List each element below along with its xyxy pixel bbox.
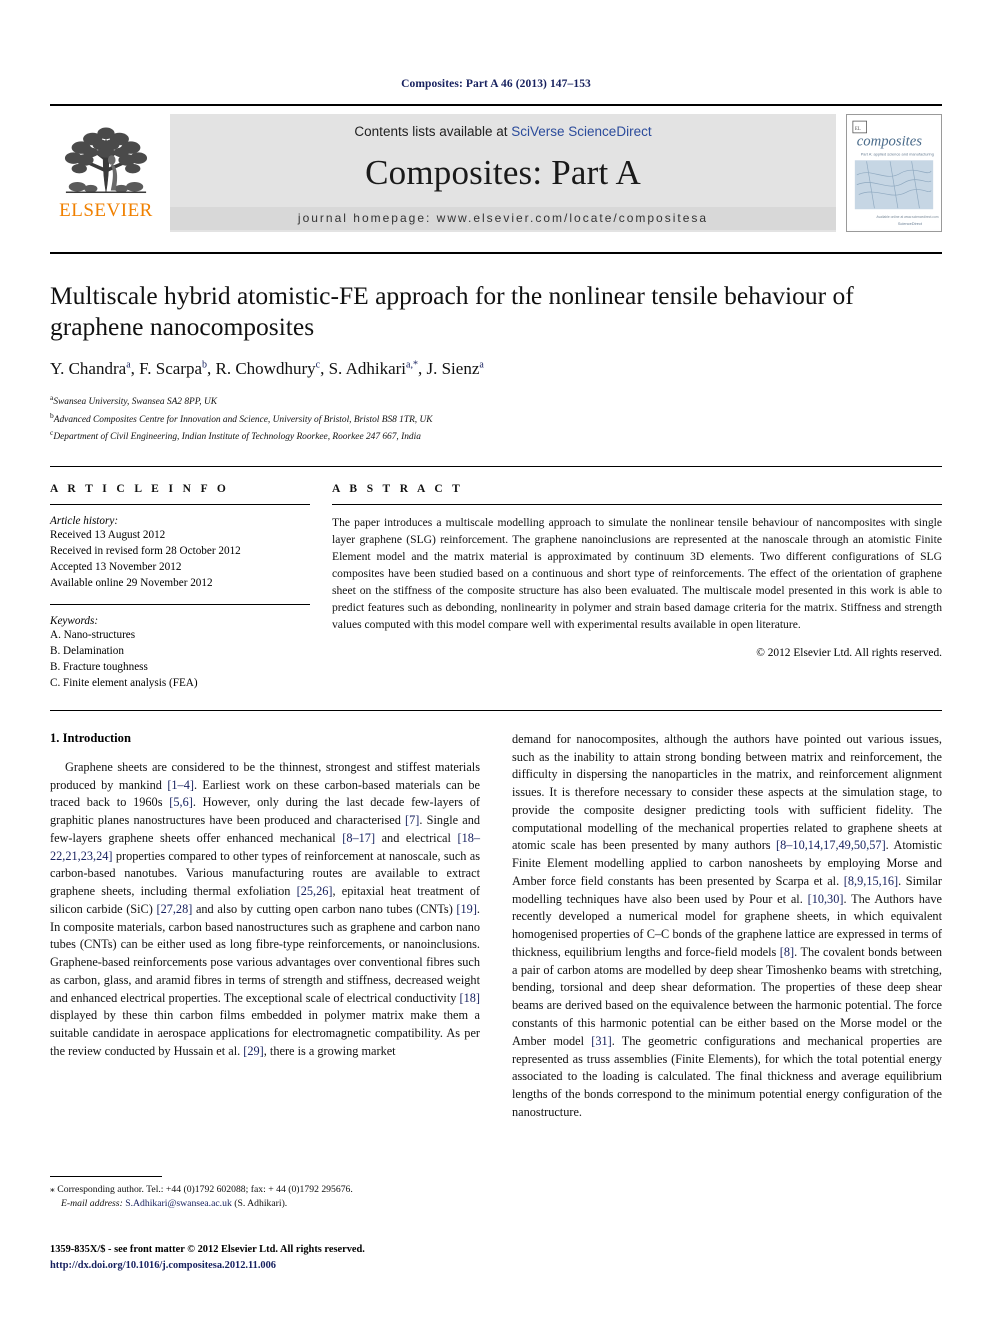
body-column-left: 1. Introduction Graphene sheets are cons…: [50, 731, 480, 1122]
author-name: S. Adhikaria,*: [328, 359, 418, 379]
masthead-center: Contents lists available at SciVerse Sci…: [170, 114, 836, 232]
masthead: ELSEVIER Contents lists available at Sci…: [50, 114, 942, 232]
svg-text:ScienceDirect: ScienceDirect: [898, 221, 923, 226]
svg-text:Available online at www.scienc: Available online at www.sciencedirect.co…: [876, 215, 938, 219]
author-affiliation-marker: a: [479, 359, 484, 371]
author-list: Y. Chandraa, F. Scarpab, R. Chowdhuryc, …: [50, 359, 484, 379]
journal-cover-thumbnail: EL composites Part A: applied science an…: [846, 114, 942, 232]
intro-paragraph-right: demand for nanocomposites, although the …: [512, 731, 943, 1119]
journal-article-page: Composites: Part A 46 (2013) 147–153 ELS…: [0, 0, 992, 1323]
corresponding-text: Corresponding author. Tel.: +44 (0)1792 …: [57, 1184, 353, 1195]
email-link[interactable]: S.Adhikari@swansea.ac.uk: [125, 1198, 232, 1209]
body-column-right: demand for nanocomposites, although the …: [512, 731, 942, 1122]
sciencedirect-link[interactable]: SciVerse ScienceDirect: [511, 124, 651, 139]
title-block: Multiscale hybrid atomistic-FE approach …: [50, 252, 942, 444]
affiliation-marker: b: [50, 410, 54, 420]
affiliation-marker: a: [50, 393, 54, 403]
article-history-label: Article history:: [50, 515, 119, 528]
article-history-item: Received in revised form 28 October 2012: [50, 545, 241, 558]
abstract-body: The paper introduces a multiscale modell…: [332, 516, 942, 632]
affiliation-list: aSwansea University, Swansea SA2 8PP, UK…: [50, 392, 942, 444]
journal-homepage-bar[interactable]: journal homepage: www.elsevier.com/locat…: [170, 207, 836, 230]
article-history-list: Received 13 August 2012 Received in revis…: [50, 528, 310, 592]
svg-text:composites: composites: [857, 134, 922, 150]
author-affiliation-marker: a,*: [406, 359, 418, 371]
info-abstract-section: A R T I C L E I N F O Article history: R…: [50, 466, 942, 691]
contents-prefix: Contents lists available at: [354, 124, 512, 139]
article-history-item: Accepted 13 November 2012: [50, 561, 182, 574]
journal-cover-image: EL composites Part A: applied science an…: [847, 116, 941, 230]
divider: [332, 504, 942, 506]
journal-title: Composites: Part A: [365, 153, 641, 192]
abstract-heading: A B S T R A C T: [332, 483, 464, 496]
corresponding-marker: ⁎: [50, 1184, 55, 1195]
masthead-container: ELSEVIER Contents lists available at Sci…: [50, 104, 942, 232]
running-head: Composites: Part A 46 (2013) 147–153: [401, 78, 591, 90]
footnote-divider: [50, 1176, 162, 1177]
svg-text:Part A: applied science and ma: Part A: applied science and manufacturin…: [861, 151, 934, 156]
footer-block: 1359-835X/$ - see front matter © 2012 El…: [50, 1242, 520, 1273]
doi-link[interactable]: http://dx.doi.org/10.1016/j.compositesa.…: [50, 1258, 520, 1274]
article-history-item: Received 13 August 2012: [50, 529, 166, 542]
author-affiliation-marker: b: [202, 359, 207, 371]
email-note: E-mail address: S.Adhikari@swansea.ac.uk…: [50, 1197, 463, 1211]
affiliation-marker: c: [50, 428, 54, 438]
page-title: Multiscale hybrid atomistic-FE approach …: [50, 281, 854, 342]
affiliation-item: bAdvanced Composites Centre for Innovati…: [50, 410, 433, 425]
author-affiliation-marker: c: [315, 359, 321, 371]
author-name: R. Chowdhuryc: [215, 359, 321, 379]
elsevier-wordmark: ELSEVIER: [59, 200, 153, 221]
author-name: F. Scarpab: [139, 359, 207, 379]
divider: [50, 604, 310, 606]
keywords-list: A. Nano-structures B. Delamination B. Frac…: [50, 628, 310, 692]
article-history-item: Available online 29 November 2012: [50, 577, 213, 590]
keyword-item: B. Delamination: [50, 645, 124, 658]
svg-text:EL: EL: [855, 127, 861, 132]
keyword-item: A. Nano-structures: [50, 629, 136, 642]
corresponding-author-note: ⁎ Corresponding author. Tel.: +44 (0)179…: [50, 1183, 463, 1197]
elsevier-logo: ELSEVIER: [50, 114, 162, 232]
divider: [50, 504, 310, 506]
affiliation-item: cDepartment of Civil Engineering, Indian…: [50, 428, 421, 443]
email-label: E-mail address:: [61, 1198, 123, 1210]
abstract-column: A B S T R A C T The paper introduces a m…: [328, 483, 942, 691]
footnote-area: ⁎ Corresponding author. Tel.: +44 (0)179…: [50, 1176, 463, 1211]
section-heading-introduction: 1. Introduction: [50, 730, 131, 745]
article-info-heading: A R T I C L E I N F O: [50, 483, 230, 496]
keywords-label: Keywords:: [50, 615, 99, 628]
article-body: 1. Introduction Graphene sheets are cons…: [50, 709, 942, 1122]
intro-paragraph-left: Graphene sheets are considered to be the…: [50, 759, 481, 1058]
author-affiliation-marker: a: [126, 359, 131, 371]
keyword-item: B. Fracture toughness: [50, 660, 148, 673]
contents-lists-line: Contents lists available at SciVerse Sci…: [354, 124, 651, 139]
article-info-column: A R T I C L E I N F O Article history: R…: [50, 483, 328, 691]
affiliation-item: aSwansea University, Swansea SA2 8PP, UK: [50, 393, 217, 408]
email-suffix: (S. Adhikari).: [234, 1198, 288, 1210]
issn-line: 1359-835X/$ - see front matter © 2012 El…: [50, 1244, 365, 1255]
keyword-item: C. Finite element analysis (FEA): [50, 676, 198, 689]
author-name: Y. Chandraa: [50, 359, 131, 379]
author-name: J. Sienza: [426, 359, 484, 379]
abstract-copyright: © 2012 Elsevier Ltd. All rights reserved…: [756, 646, 942, 659]
elsevier-tree-icon: [64, 127, 148, 194]
